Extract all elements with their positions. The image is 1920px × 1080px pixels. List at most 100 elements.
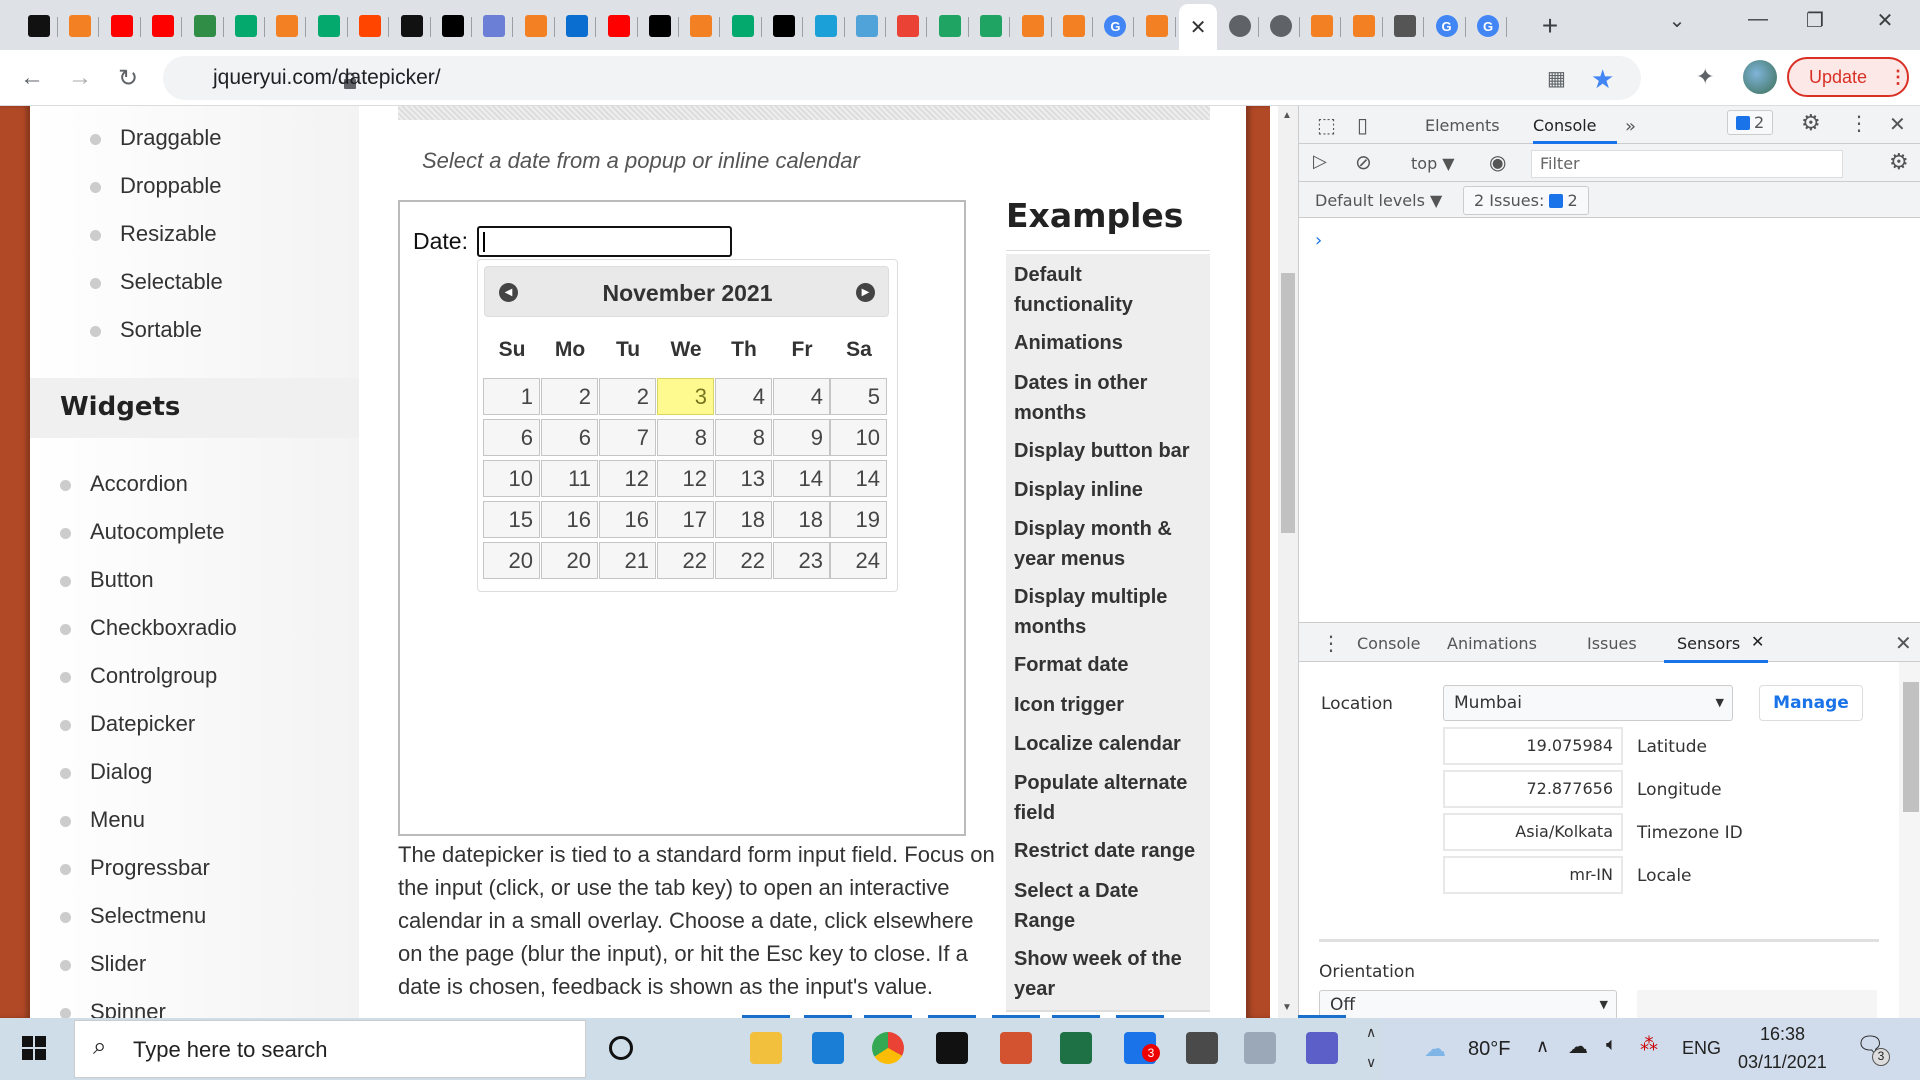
sidebar-link-sortable[interactable]: Sortable bbox=[90, 317, 202, 343]
browser-tab[interactable] bbox=[517, 8, 555, 44]
example-link[interactable]: Animations bbox=[1006, 322, 1210, 366]
close-sensors-tab-icon[interactable]: ✕ bbox=[1751, 632, 1764, 651]
file-explorer-icon[interactable] bbox=[750, 1032, 782, 1064]
sidebar-link-resizable[interactable]: Resizable bbox=[90, 221, 217, 247]
sensor-timezone-id-input[interactable]: Asia/Kolkata bbox=[1443, 813, 1623, 851]
calendar-day[interactable]: 3 bbox=[657, 378, 714, 415]
task-view-icon[interactable] bbox=[674, 1032, 706, 1064]
issues-button[interactable]: 2 Issues: 2 bbox=[1463, 186, 1589, 215]
browser-tab[interactable] bbox=[807, 8, 845, 44]
tab-grid-icon[interactable]: ▦ bbox=[1547, 66, 1566, 91]
browser-tab[interactable] bbox=[434, 8, 472, 44]
browser-tab[interactable] bbox=[1221, 8, 1259, 44]
calendar-day[interactable]: 22 bbox=[657, 542, 714, 579]
calendar-day[interactable]: 2 bbox=[599, 378, 656, 415]
sidebar-link-spinner[interactable]: Spinner bbox=[60, 999, 166, 1018]
calendar-day[interactable]: 14 bbox=[830, 460, 887, 497]
calendar-day[interactable]: 15 bbox=[483, 501, 540, 538]
location-select[interactable]: Mumbai ▼ bbox=[1443, 685, 1733, 721]
scroll-down-icon[interactable]: ▼ bbox=[1282, 1002, 1292, 1013]
browser-tab[interactable] bbox=[558, 8, 597, 44]
browser-tab[interactable]: G bbox=[1469, 8, 1507, 44]
show-hidden-icons[interactable]: ∧ bbox=[1536, 1036, 1549, 1057]
inspect-icon[interactable]: ⬚ bbox=[1317, 113, 1336, 137]
browser-tab[interactable] bbox=[600, 8, 638, 44]
clock-time[interactable]: 16:38 bbox=[1760, 1024, 1805, 1045]
onedrive-tray-icon[interactable]: ☁ bbox=[1568, 1034, 1588, 1059]
example-link[interactable]: Populate alternate field bbox=[1006, 762, 1210, 836]
calendar-day[interactable]: 16 bbox=[541, 501, 598, 538]
browser-tab[interactable] bbox=[310, 8, 348, 44]
drawer-tab-issues[interactable]: Issues bbox=[1587, 634, 1637, 653]
sidebar-link-selectable[interactable]: Selectable bbox=[90, 269, 223, 295]
minimize-button[interactable]: — bbox=[1733, 8, 1783, 31]
tab-console[interactable]: Console bbox=[1533, 116, 1597, 135]
date-input[interactable] bbox=[477, 226, 732, 257]
example-link[interactable]: Display button bar bbox=[1006, 430, 1210, 474]
browser-tab[interactable] bbox=[351, 8, 390, 44]
calendar-day[interactable]: 1 bbox=[483, 378, 540, 415]
address-bar[interactable]: jqueryui.com/datepicker/ ★ ▦ bbox=[163, 56, 1641, 100]
chrome-icon[interactable] bbox=[872, 1032, 904, 1064]
drawer-scroll-thumb[interactable] bbox=[1903, 682, 1919, 812]
sidebar-link-draggable[interactable]: Draggable bbox=[90, 125, 222, 151]
calendar-day[interactable]: 6 bbox=[483, 419, 540, 456]
example-link[interactable]: Display month & year menus bbox=[1006, 508, 1210, 582]
browser-tab[interactable] bbox=[724, 8, 762, 44]
tab-elements[interactable]: Elements bbox=[1425, 116, 1500, 135]
sidebar-link-selectmenu[interactable]: Selectmenu bbox=[60, 903, 206, 929]
browser-tab[interactable] bbox=[186, 8, 224, 44]
drawer-scrollbar[interactable] bbox=[1899, 662, 1920, 1018]
calendar-day[interactable]: 23 bbox=[773, 542, 830, 579]
cortana-icon[interactable] bbox=[609, 1036, 633, 1060]
browser-tab[interactable] bbox=[393, 8, 431, 44]
sidebar-link-accordion[interactable]: Accordion bbox=[60, 471, 188, 497]
teams-icon[interactable] bbox=[1306, 1032, 1338, 1064]
browser-tab[interactable]: G bbox=[1428, 8, 1466, 44]
update-button[interactable]: Update ⋮ bbox=[1787, 57, 1909, 97]
windows-start-icon[interactable] bbox=[22, 1036, 46, 1060]
context-selector[interactable]: top ▼ bbox=[1411, 154, 1455, 173]
browser-tab[interactable] bbox=[20, 8, 58, 44]
live-expression-eye-icon[interactable]: ◉ bbox=[1489, 150, 1506, 174]
page-scrollbar[interactable]: ▲ ▼ bbox=[1278, 106, 1298, 1018]
clock-date[interactable]: 03/11/2021 bbox=[1738, 1052, 1827, 1073]
calendar-day[interactable]: 6 bbox=[541, 419, 598, 456]
sublime-icon[interactable] bbox=[1186, 1032, 1218, 1064]
weather-icon[interactable]: ☁ bbox=[1424, 1036, 1446, 1062]
browser-tab[interactable] bbox=[682, 8, 721, 44]
sidebar-toggle-icon[interactable]: ▷ bbox=[1313, 151, 1327, 172]
calendar-day[interactable]: 18 bbox=[715, 501, 772, 538]
excel-icon[interactable] bbox=[1060, 1032, 1092, 1064]
close-devtools-icon[interactable]: ✕ bbox=[1889, 112, 1906, 136]
calendar-day[interactable]: 20 bbox=[483, 542, 540, 579]
bookmark-star-icon[interactable]: ★ bbox=[1591, 64, 1614, 95]
calendar-day[interactable]: 22 bbox=[715, 542, 772, 579]
calendar-day[interactable]: 18 bbox=[773, 501, 830, 538]
scroll-up-icon[interactable]: ▲ bbox=[1282, 110, 1292, 121]
calendar-day[interactable]: 8 bbox=[657, 419, 714, 456]
settings-icon[interactable]: ⚙ bbox=[1801, 111, 1821, 136]
drawer-tab-console[interactable]: Console bbox=[1357, 634, 1421, 653]
terminal-icon[interactable] bbox=[936, 1032, 968, 1064]
calendar-day[interactable]: 4 bbox=[715, 378, 772, 415]
device-toolbar-icon[interactable]: ▯ bbox=[1357, 113, 1368, 137]
scroll-thumb[interactable] bbox=[1281, 273, 1295, 533]
more-tabs-icon[interactable]: » bbox=[1625, 116, 1636, 137]
calendar-day[interactable]: 12 bbox=[657, 460, 714, 497]
sensor-latitude-input[interactable]: 19.075984 bbox=[1443, 727, 1623, 765]
tab-active[interactable]: ✕ bbox=[1179, 4, 1218, 50]
back-icon[interactable]: ← bbox=[14, 60, 50, 96]
sidebar-link-slider[interactable]: Slider bbox=[60, 951, 146, 977]
next-month-button[interactable]: ▶ bbox=[856, 283, 875, 302]
browser-tab[interactable] bbox=[641, 8, 679, 44]
browser-tab[interactable] bbox=[144, 8, 183, 44]
example-link[interactable]: Select a Date Range bbox=[1006, 870, 1210, 944]
drawer-menu-icon[interactable]: ⋮ bbox=[1321, 631, 1341, 655]
example-link[interactable]: Format date bbox=[1006, 644, 1210, 688]
calendar-day[interactable]: 21 bbox=[599, 542, 656, 579]
browser-tab[interactable] bbox=[972, 8, 1011, 44]
browser-tab[interactable] bbox=[1345, 8, 1383, 44]
monitor-icon[interactable] bbox=[1244, 1032, 1276, 1064]
example-link[interactable]: Display multiple months bbox=[1006, 576, 1210, 650]
